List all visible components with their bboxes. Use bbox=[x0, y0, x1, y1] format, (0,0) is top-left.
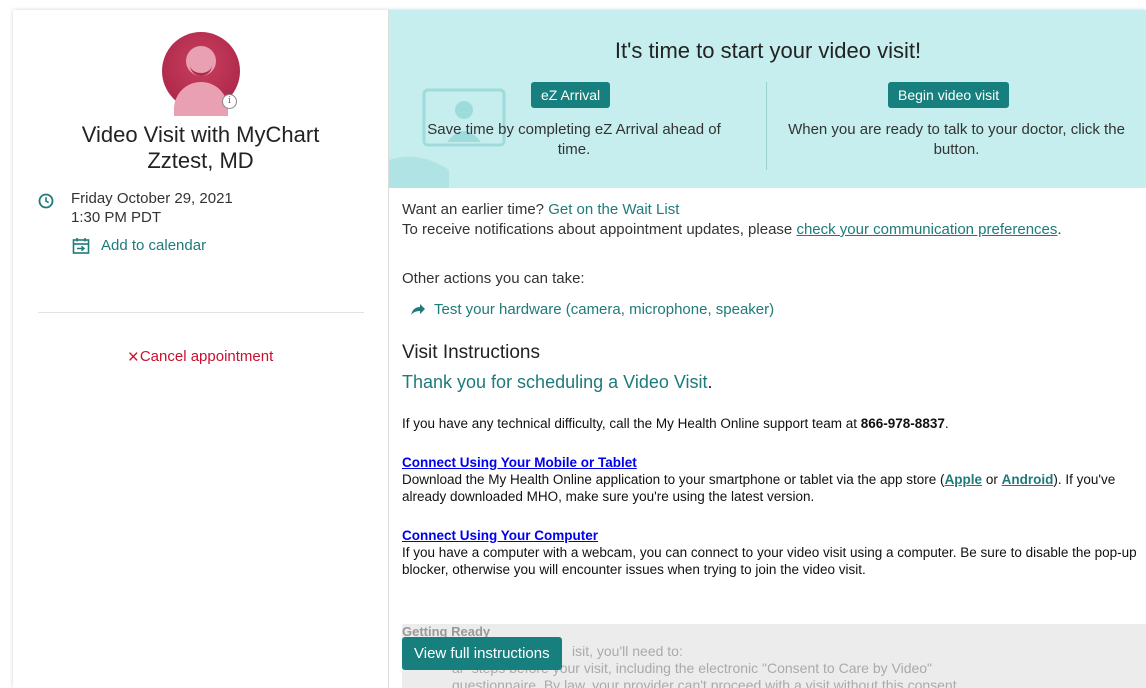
begin-video-visit-button[interactable]: Begin video visit bbox=[888, 82, 1010, 108]
support-phone: 866-978-8837 bbox=[860, 416, 945, 431]
add-to-calendar-link[interactable]: Add to calendar bbox=[101, 237, 206, 254]
clock-icon bbox=[38, 193, 54, 209]
view-full-instructions-button[interactable]: View full instructions bbox=[402, 637, 562, 670]
ez-arrival-description: Save time by completing eZ Arrival ahead… bbox=[427, 121, 721, 158]
computer-heading-link[interactable]: Connect Using Your Computer bbox=[402, 527, 598, 544]
cancel-appointment-link[interactable]: ×Cancel appointment bbox=[13, 347, 388, 369]
android-link[interactable]: Android bbox=[1002, 472, 1054, 487]
wait-list-link[interactable]: Get on the Wait List bbox=[548, 201, 679, 218]
appointment-summary-panel: i Video Visit with MyChart Zztest, MD Fr… bbox=[13, 10, 388, 688]
calendar-add-icon[interactable] bbox=[72, 237, 90, 255]
banner-divider bbox=[766, 82, 767, 170]
appointment-card: i Video Visit with MyChart Zztest, MD Fr… bbox=[13, 10, 1146, 688]
communication-preferences-link[interactable]: check your communication preferences bbox=[796, 221, 1057, 238]
ez-arrival-button[interactable]: eZ Arrival bbox=[531, 82, 611, 108]
divider bbox=[38, 312, 364, 313]
other-actions-label: Other actions you can take: bbox=[402, 270, 585, 287]
appointment-date: Friday October 29, 2021 bbox=[71, 190, 233, 207]
info-icon[interactable]: i bbox=[222, 94, 237, 109]
mobile-instructions: Download the My Health Online applicatio… bbox=[402, 472, 1116, 504]
banner-title: It's time to start your video visit! bbox=[614, 38, 922, 63]
technical-difficulty-text: If you have any technical difficulty, ca… bbox=[402, 416, 949, 431]
close-icon: × bbox=[127, 347, 139, 368]
thanks-heading: Thank you for scheduling a Video Visit. bbox=[402, 372, 713, 392]
visit-instructions-heading: Visit Instructions bbox=[402, 342, 540, 363]
earlier-time-line: Want an earlier time? Get on the Wait Li… bbox=[402, 201, 680, 218]
mobile-heading-link[interactable]: Connect Using Your Mobile or Tablet bbox=[402, 454, 637, 471]
visit-title: Video Visit with MyChart Zztest, MD bbox=[81, 122, 320, 173]
test-hardware-link[interactable]: Test your hardware (camera, microphone, … bbox=[410, 300, 774, 320]
share-arrow-icon bbox=[411, 304, 425, 315]
notification-line: To receive notifications about appointme… bbox=[402, 221, 1062, 238]
appointment-time: 1:30 PM PDT bbox=[71, 209, 162, 226]
apple-link[interactable]: Apple bbox=[945, 472, 983, 487]
video-visit-panel: It's time to start your video visit! eZ … bbox=[388, 10, 1146, 688]
computer-instructions: If you have a computer with a webcam, yo… bbox=[402, 545, 1137, 577]
video-visit-banner: It's time to start your video visit! eZ … bbox=[389, 10, 1146, 188]
begin-visit-description: When you are ready to talk to your docto… bbox=[788, 121, 1125, 158]
